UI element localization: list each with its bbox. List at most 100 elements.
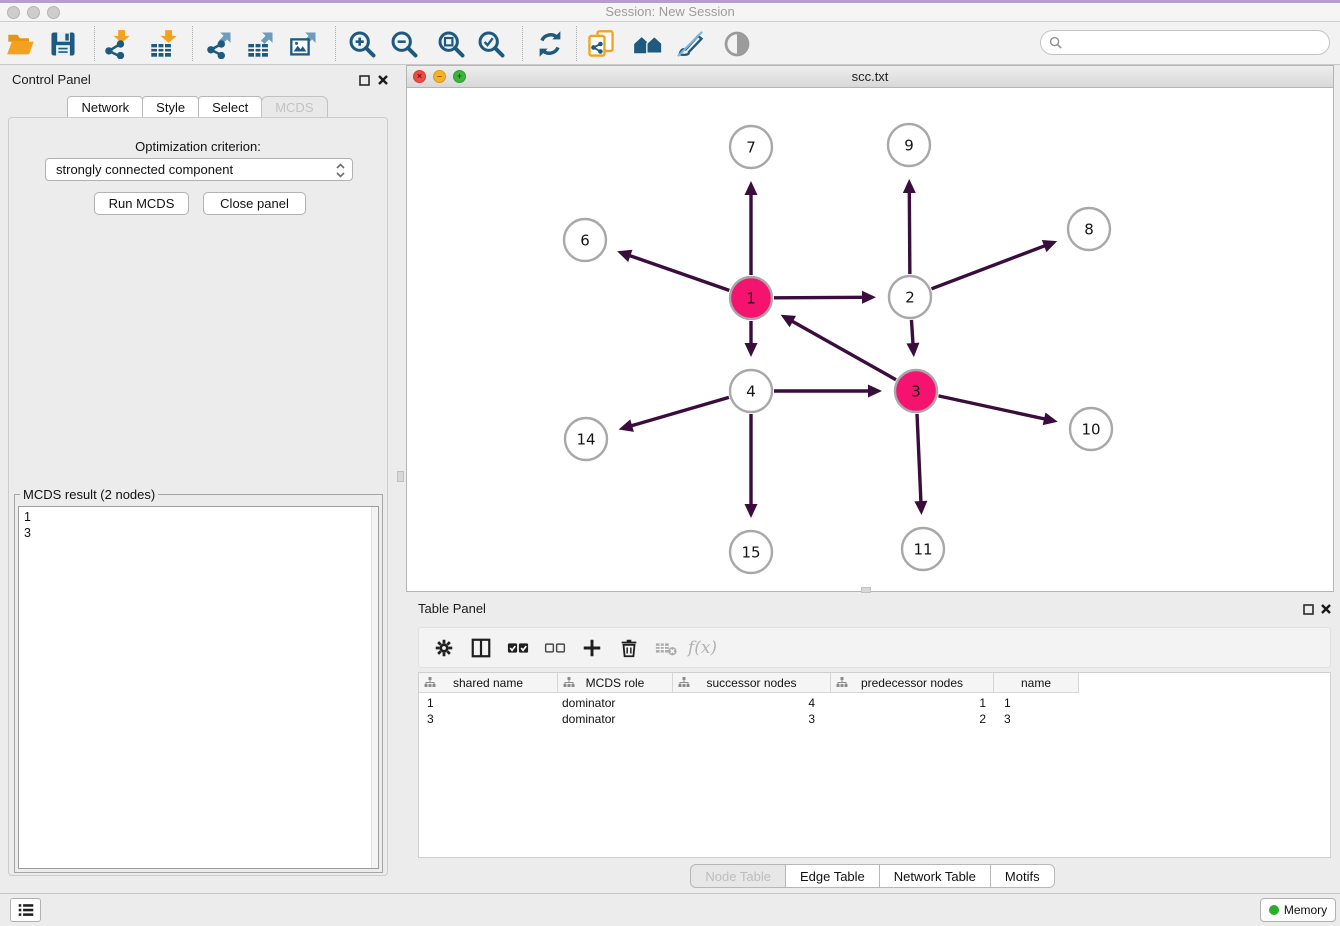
graph-node-7[interactable]: 7 [730, 126, 772, 168]
tab-network[interactable]: Network [67, 96, 143, 118]
column-header-shared-name[interactable]: shared name [419, 673, 558, 693]
graph-node-9[interactable]: 9 [888, 124, 930, 166]
table-row[interactable]: 1dominator411 [419, 695, 1079, 711]
zoom-fit-icon[interactable] [433, 26, 469, 62]
eye-icon[interactable] [719, 26, 755, 62]
tab-mcds[interactable]: MCDS [261, 96, 327, 118]
network-view-window: × – + scc.txt 7 9 6 8 1 2 4 3 10 14 15 11 [406, 65, 1334, 592]
column-header-predecessor-nodes[interactable]: predecessor nodes [831, 673, 994, 693]
svg-text:14: 14 [576, 430, 595, 448]
graph-node-10[interactable]: 10 [1070, 408, 1112, 450]
graph-node-1[interactable]: 1 [730, 277, 772, 319]
graph-edge-3-1[interactable] [791, 321, 896, 380]
result-scrollbar[interactable] [371, 507, 378, 868]
network-view-title: scc.txt [407, 69, 1333, 84]
graph-edge-2-9[interactable] [909, 191, 910, 274]
graph-node-11[interactable]: 11 [902, 528, 944, 570]
graph-edge-1-6[interactable] [628, 255, 729, 290]
graph-node-14[interactable]: 14 [565, 418, 607, 460]
graph-node-6[interactable]: 6 [564, 219, 606, 261]
column-header-successor-nodes[interactable]: successor nodes [673, 673, 831, 693]
svg-text:6: 6 [580, 231, 590, 249]
graph-node-3[interactable]: 3 [895, 370, 937, 412]
graph-edge-arrowhead [914, 501, 927, 515]
table-cell: 4 [673, 695, 831, 711]
table-cell: 2 [831, 711, 994, 727]
search-field[interactable] [1040, 30, 1330, 55]
graph-edge-1-2[interactable] [774, 297, 864, 298]
graph-edge-3-11[interactable] [917, 414, 921, 503]
tab-motifs[interactable]: Motifs [990, 864, 1055, 888]
column-header-name[interactable]: name [994, 673, 1079, 693]
folder-open-icon[interactable] [3, 26, 39, 62]
optimization-criterion-label: Optimization criterion: [0, 139, 396, 154]
graph-node-2[interactable]: 2 [889, 276, 931, 318]
search-input[interactable] [1066, 36, 1329, 50]
tab-network-table[interactable]: Network Table [879, 864, 991, 888]
svg-text:8: 8 [1084, 220, 1094, 238]
style-brush-icon[interactable] [672, 26, 708, 62]
delete-icon[interactable] [610, 632, 647, 664]
graph-edge-2-8[interactable] [932, 245, 1046, 288]
close-table-panel-icon[interactable] [1319, 602, 1333, 616]
function-icon[interactable]: f(x) [684, 632, 721, 664]
node-table: shared nameMCDS rolesuccessor nodesprede… [418, 672, 1331, 858]
network-window-titlebar[interactable]: × – + scc.txt [407, 66, 1333, 88]
mcds-result-list[interactable]: 1 3 [18, 506, 379, 869]
criterion-value: strongly connected component [56, 162, 233, 177]
zoom-selected-icon[interactable] [473, 26, 509, 62]
save-icon[interactable] [45, 26, 81, 62]
graph-node-4[interactable]: 4 [730, 370, 772, 412]
tab-edge-table[interactable]: Edge Table [785, 864, 880, 888]
tab-node-table[interactable]: Node Table [690, 864, 786, 888]
tab-style[interactable]: Style [142, 96, 199, 118]
import-table-icon[interactable] [146, 26, 182, 62]
column-header-MCDS-role[interactable]: MCDS role [558, 673, 673, 693]
close-panel-button[interactable]: Close panel [203, 192, 306, 215]
graph-edge-4-14[interactable] [630, 397, 729, 426]
refresh-icon[interactable] [532, 26, 568, 62]
tab-select[interactable]: Select [198, 96, 262, 118]
graph-edge-arrowhead [1042, 240, 1057, 252]
duplicate-network-icon[interactable] [583, 26, 619, 62]
dropdown-stepper-icon [335, 162, 346, 182]
table-row[interactable]: 3dominator323 [419, 711, 1079, 727]
import-network-icon[interactable] [99, 26, 135, 62]
close-panel-icon[interactable] [376, 73, 390, 87]
home-icon[interactable] [630, 26, 666, 62]
graph-edge-arrowhead [906, 343, 919, 357]
delete-table-icon[interactable] [647, 632, 684, 664]
float-table-panel-icon[interactable] [1301, 602, 1315, 616]
export-network-icon[interactable] [201, 26, 237, 62]
svg-text:7: 7 [746, 138, 756, 156]
criterion-dropdown[interactable]: strongly connected component [45, 158, 353, 181]
graph-node-15[interactable]: 15 [730, 531, 772, 573]
graph-edge-arrowhead [868, 385, 882, 398]
vertical-splitter-grip[interactable] [397, 471, 404, 482]
add-column-icon[interactable] [573, 632, 610, 664]
window-top-accent [0, 0, 1340, 3]
zoom-out-icon[interactable] [386, 26, 422, 62]
graph-edge-2-3[interactable] [911, 320, 913, 345]
select-all-icon[interactable] [499, 632, 536, 664]
svg-text:3: 3 [911, 382, 921, 400]
horizontal-splitter-grip[interactable] [861, 587, 871, 593]
status-bar: Memory [0, 893, 1340, 926]
run-mcds-button[interactable]: Run MCDS [94, 192, 189, 215]
float-panel-icon[interactable] [357, 73, 371, 87]
control-panel: Control Panel NetworkStyleSelectMCDS Opt… [0, 65, 396, 893]
network-canvas[interactable]: 7 9 6 8 1 2 4 3 10 14 15 11 [407, 88, 1333, 591]
memory-button[interactable]: Memory [1260, 898, 1336, 922]
graph-node-8[interactable]: 8 [1068, 208, 1110, 250]
split-columns-icon[interactable] [462, 632, 499, 664]
table-cell: dominator [558, 711, 673, 727]
function-icon-label: f(x) [688, 638, 717, 658]
task-history-button[interactable] [10, 898, 41, 922]
export-image-icon[interactable] [286, 26, 322, 62]
list-icon [17, 902, 35, 918]
settings-icon[interactable] [425, 632, 462, 664]
export-table-icon[interactable] [243, 26, 279, 62]
graph-edge-3-10[interactable] [938, 396, 1046, 419]
deselect-all-icon[interactable] [536, 632, 573, 664]
zoom-in-icon[interactable] [344, 26, 380, 62]
